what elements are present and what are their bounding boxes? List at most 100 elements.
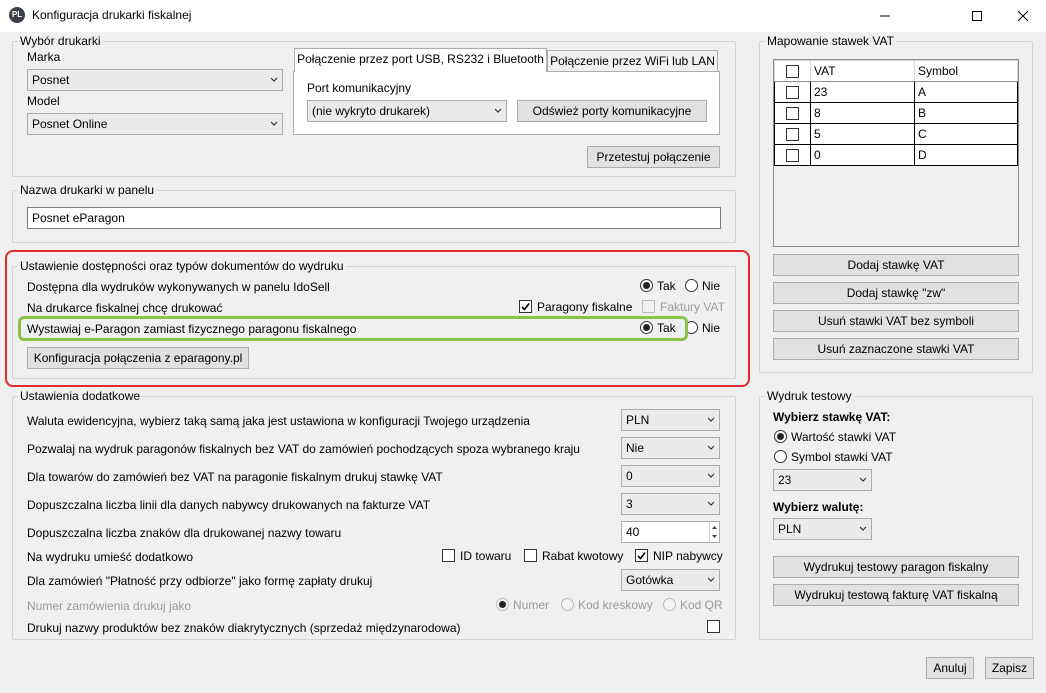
row-checkbox[interactable] xyxy=(786,128,799,141)
maximize-icon xyxy=(972,11,982,21)
close-button[interactable] xyxy=(1000,0,1046,32)
ordernum-number-radio[interactable] xyxy=(496,598,509,611)
row-checkbox[interactable] xyxy=(786,149,799,162)
symbol-cell[interactable]: A xyxy=(914,81,1018,103)
minimize-button[interactable] xyxy=(862,0,908,32)
add-id-label: ID towaru xyxy=(460,549,512,563)
chevron-down-icon xyxy=(270,77,278,82)
minimize-icon xyxy=(880,15,890,17)
port-select[interactable]: (nie wykryto drukarek) xyxy=(307,100,507,122)
lines-value: 3 xyxy=(626,497,633,511)
ordernum-barcode-label: Kod kreskowy xyxy=(578,598,653,612)
novat-value: Nie xyxy=(626,441,645,455)
table-row[interactable]: 0 D xyxy=(774,144,1018,166)
brand-select[interactable]: Posnet xyxy=(27,69,283,91)
chevron-down-icon xyxy=(859,477,867,482)
payment-label: Dla zamówień "Płatność przy odbiorze" ja… xyxy=(27,574,373,588)
chars-value: 40 xyxy=(626,525,640,539)
print-test-receipt-button[interactable]: Wydrukuj testowy paragon fiskalny xyxy=(773,556,1019,578)
tab-usb[interactable]: Połączenie przez port USB, RS232 i Bluet… xyxy=(294,48,547,72)
ordernum-barcode-radio[interactable] xyxy=(561,598,574,611)
maximize-button[interactable] xyxy=(954,0,1000,32)
test-currency-select[interactable]: PLN xyxy=(773,518,872,540)
lines-select[interactable]: 3 xyxy=(621,493,720,515)
chars-stepper[interactable]: 40 xyxy=(621,521,720,543)
chevron-up-icon xyxy=(712,526,717,529)
chevron-down-icon xyxy=(707,501,715,506)
symbol-cell[interactable]: D xyxy=(914,144,1018,166)
tab-wifi-lan[interactable]: Połączenie przez WiFi lub LAN xyxy=(547,50,718,71)
brand-value: Posnet xyxy=(32,73,70,87)
novat-label: Pozwalaj na wydruk paragonów fiskalnych … xyxy=(27,442,580,456)
remove-selected-button[interactable]: Usuń zaznaczone stawki VAT xyxy=(773,338,1019,360)
table-row[interactable]: 23 A xyxy=(774,81,1018,103)
rate-symbol-radio[interactable] xyxy=(774,450,787,463)
vat-cell[interactable]: 5 xyxy=(810,123,915,145)
payment-select[interactable]: Gotówka xyxy=(621,569,720,591)
ordernum-number-label: Numer xyxy=(513,598,550,612)
vat-cell[interactable]: 8 xyxy=(810,102,915,124)
row-checkbox[interactable] xyxy=(786,107,799,120)
test-rate-select[interactable]: 23 xyxy=(773,469,872,491)
lines-label: Dopuszczalna liczba linii dla danych nab… xyxy=(27,498,431,512)
window-title: Konfiguracja drukarki fiskalnej xyxy=(32,8,192,22)
row-select-cell xyxy=(774,144,811,166)
add-nip-label: NIP nabywcy xyxy=(653,549,723,563)
model-select[interactable]: Posnet Online xyxy=(27,113,283,135)
add-vat-button[interactable]: Dodaj stawkę VAT xyxy=(773,254,1019,276)
rate-value-radio[interactable] xyxy=(774,430,787,443)
chevron-down-icon xyxy=(712,535,717,538)
header-select-cell xyxy=(774,60,811,82)
model-label: Model xyxy=(27,94,60,108)
diacritics-label: Drukuj nazwy produktów bez znaków diakry… xyxy=(27,621,461,635)
currency-select[interactable]: PLN xyxy=(621,409,720,431)
chevron-down-icon xyxy=(707,445,715,450)
rate-value-label: Wartość stawki VAT xyxy=(791,430,897,444)
currency-value: PLN xyxy=(626,413,650,427)
table-row[interactable]: 5 C xyxy=(774,123,1018,145)
ordernum-label: Numer zamówienia drukuj jako xyxy=(27,599,192,613)
remove-nosymbol-button[interactable]: Usuń stawki VAT bez symboli xyxy=(773,310,1019,332)
close-icon xyxy=(1018,11,1028,21)
add-id-checkbox[interactable] xyxy=(442,549,455,562)
currency-heading: Wybierz walutę: xyxy=(773,500,864,514)
vat-cell[interactable]: 0 xyxy=(810,144,915,166)
vatrate-select[interactable]: 0 xyxy=(621,465,720,487)
row-select-cell xyxy=(774,123,811,145)
chevron-down-icon xyxy=(707,417,715,422)
payment-value: Gotówka xyxy=(626,573,674,587)
ordernum-qr-radio[interactable] xyxy=(663,598,676,611)
row-select-cell xyxy=(774,102,811,124)
chars-label: Dopuszczalna liczba znaków dla drukowane… xyxy=(27,526,342,540)
cancel-button[interactable]: Anuluj xyxy=(926,657,974,679)
chevron-down-icon xyxy=(270,121,278,126)
test-connection-button[interactable]: Przetestuj połączenie xyxy=(587,146,720,168)
chevron-down-icon xyxy=(859,526,867,531)
chevron-down-icon xyxy=(707,473,715,478)
table-row[interactable]: 8 B xyxy=(774,102,1018,124)
select-all-checkbox[interactable] xyxy=(786,65,799,78)
symbol-cell[interactable]: C xyxy=(914,123,1018,145)
print-test-invoice-button[interactable]: Wydrukuj testową fakturę VAT fiskalną xyxy=(773,584,1019,606)
add-discount-label: Rabat kwotowy xyxy=(542,549,624,563)
symbol-cell[interactable]: B xyxy=(914,102,1018,124)
row-select-cell xyxy=(774,81,811,103)
save-button[interactable]: Zapisz xyxy=(985,657,1034,679)
add-zw-button[interactable]: Dodaj stawkę "zw" xyxy=(773,282,1019,304)
vatrate-value: 0 xyxy=(626,469,633,483)
printer-select-legend: Wybór drukarki xyxy=(20,34,101,48)
diacritics-checkbox[interactable] xyxy=(707,620,720,633)
add-discount-checkbox[interactable] xyxy=(524,549,537,562)
test-print-legend: Wydruk testowy xyxy=(767,389,852,403)
refresh-ports-button[interactable]: Odśwież porty komunikacyjne xyxy=(517,100,707,122)
check-icon xyxy=(637,552,646,560)
printer-name-input[interactable]: Posnet eParagon xyxy=(27,207,721,229)
vat-cell[interactable]: 23 xyxy=(810,81,915,103)
row-checkbox[interactable] xyxy=(786,86,799,99)
green-highlight-box xyxy=(18,316,688,341)
printer-name-legend: Nazwa drukarki w panelu xyxy=(20,183,155,197)
novat-select[interactable]: Nie xyxy=(621,437,720,459)
add-nip-checkbox[interactable] xyxy=(635,549,648,562)
spin-buttons[interactable] xyxy=(709,522,719,542)
vat-mapping-legend: Mapowanie stawek VAT xyxy=(767,34,894,48)
